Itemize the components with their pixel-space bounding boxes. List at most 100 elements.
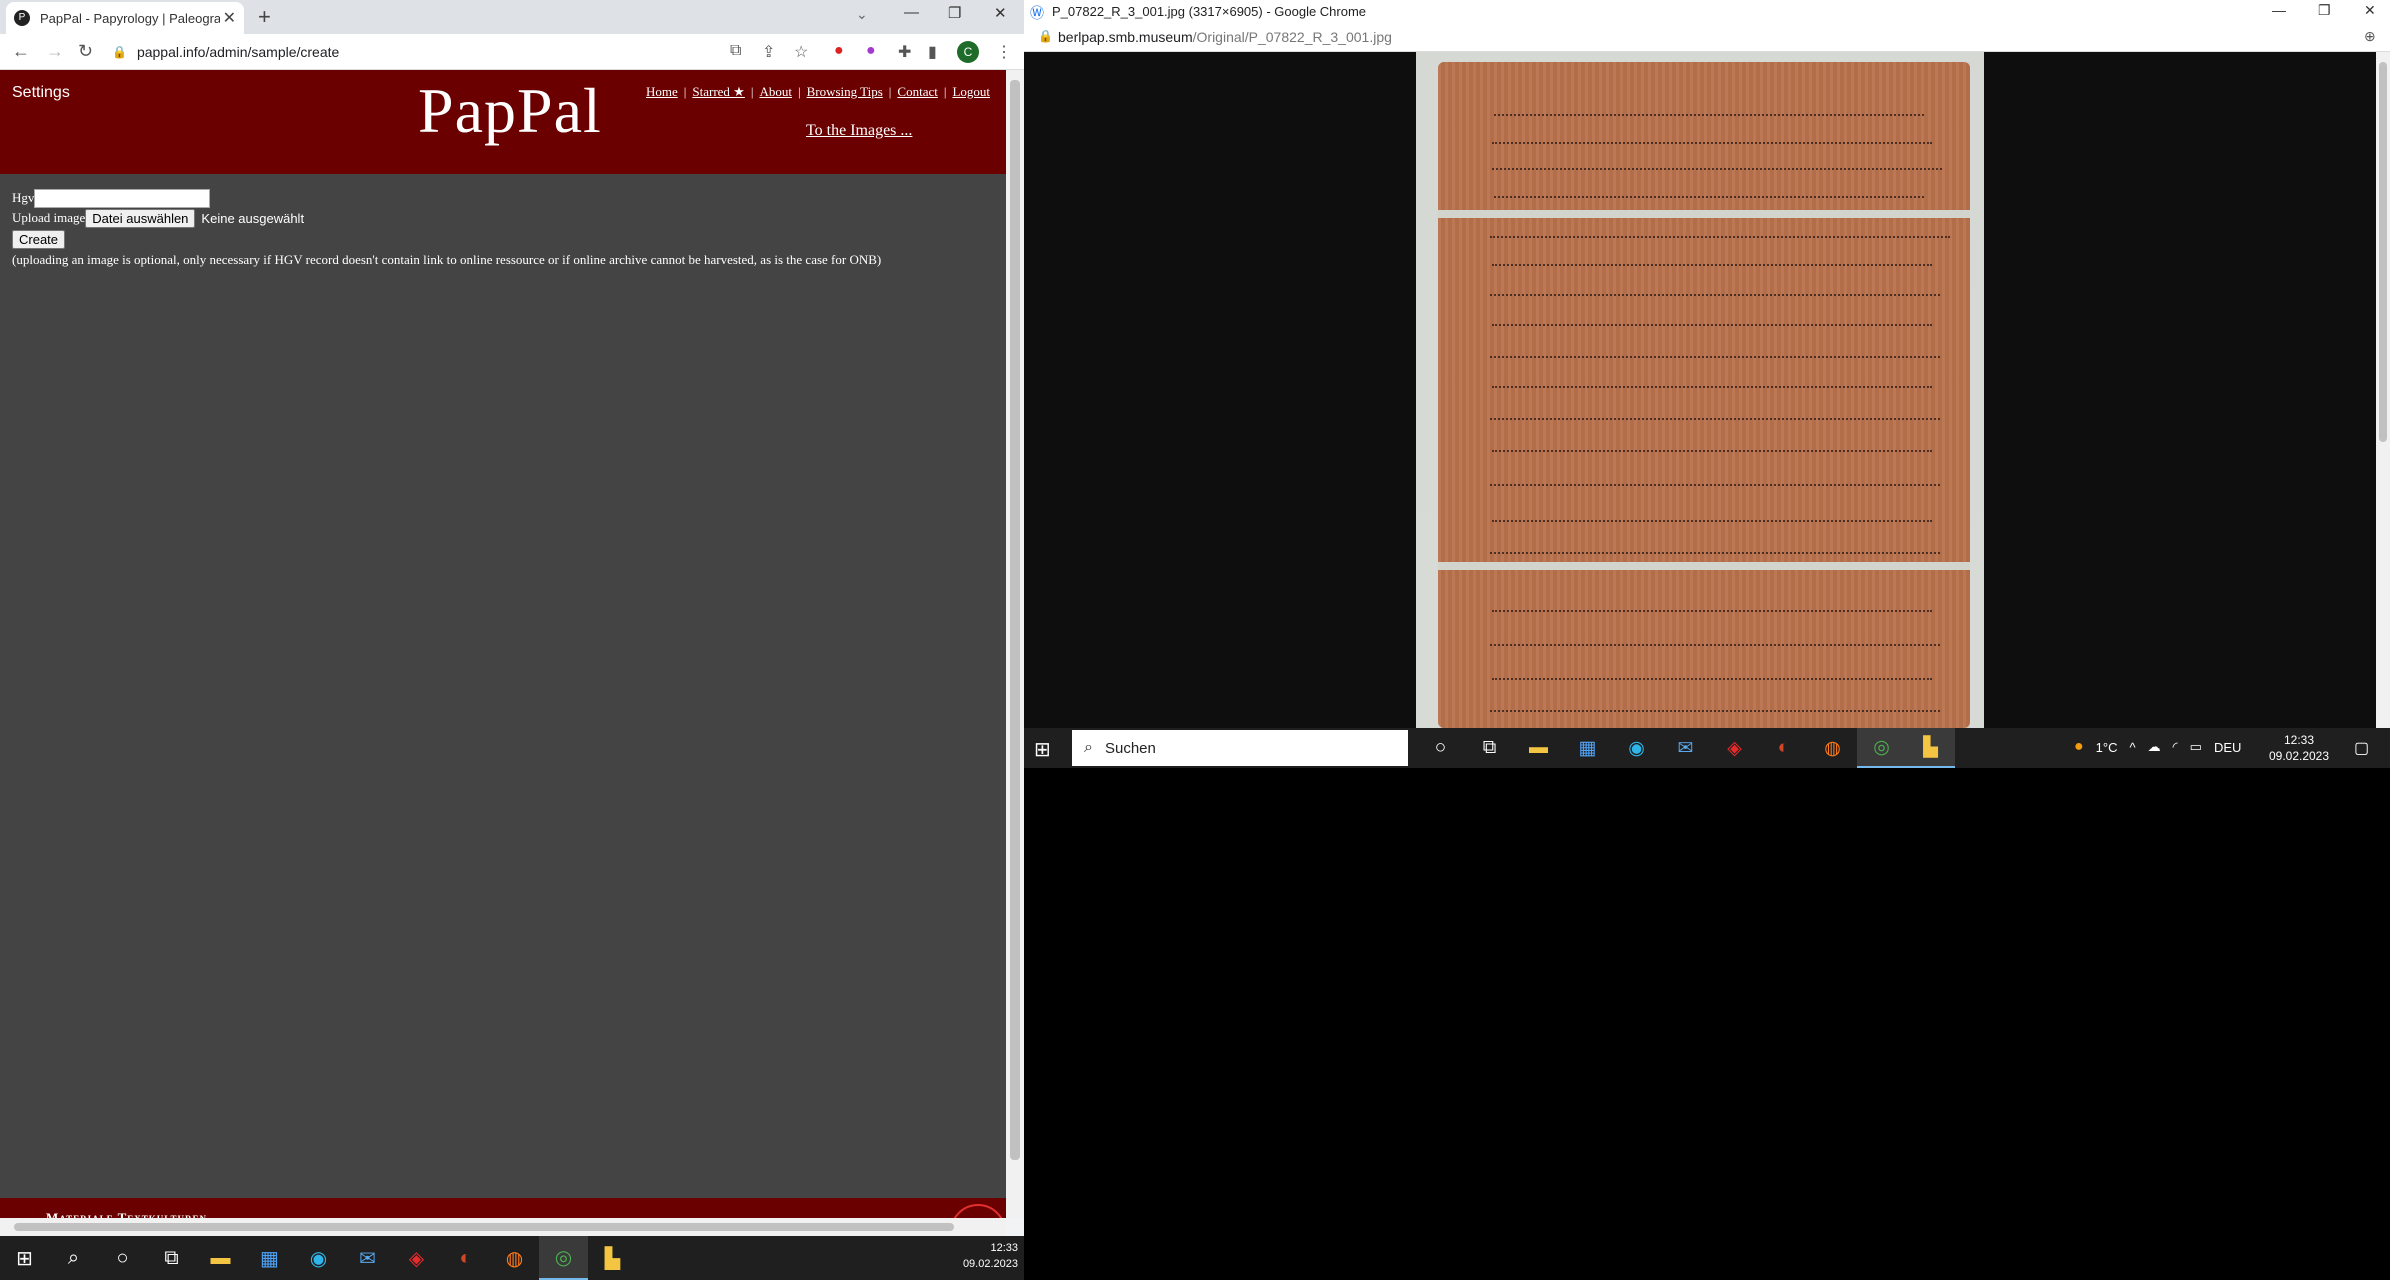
weather-temp[interactable]: 1°C	[2096, 740, 2118, 755]
extension-red-icon[interactable]: ●	[834, 42, 844, 60]
browser-toolbar: ← → ↻ 🔒 pappal.info/admin/sample/create …	[0, 34, 1024, 70]
right-time: 12:33	[2283, 733, 2315, 747]
nav-home[interactable]: Home	[646, 84, 678, 99]
cortana-icon[interactable]: ○	[1416, 728, 1465, 768]
language-indicator[interactable]: DEU	[2214, 740, 2241, 755]
script-line	[1492, 508, 1932, 522]
menu-kebab-icon[interactable]: ⋮	[996, 42, 1012, 62]
lock-icon: 🔒	[1038, 29, 1053, 43]
left-clock[interactable]: 12:33 09.02.2023	[962, 1240, 1018, 1272]
file-explorer-icon[interactable]: ▬	[1514, 728, 1563, 768]
upload-image-label: Upload image	[12, 210, 86, 225]
edge-icon[interactable]: ◉	[294, 1236, 343, 1280]
file-explorer-icon[interactable]: ▬	[196, 1236, 245, 1280]
zoom-icon[interactable]: ⊕	[2364, 28, 2376, 45]
chrome-icon[interactable]: ◎	[1857, 728, 1906, 768]
battery-icon[interactable]: ▭	[2190, 739, 2202, 755]
translate-icon[interactable]: ⧉	[730, 42, 741, 60]
vertical-scroll-thumb[interactable]	[1010, 80, 1020, 1160]
edge-icon[interactable]: ◉	[1612, 728, 1661, 768]
search-icon[interactable]: ⌕	[49, 1236, 98, 1280]
nav-browsing-tips[interactable]: Browsing Tips	[807, 84, 883, 99]
create-sample-form: Hgv Upload image Datei auswählen Keine a…	[12, 188, 881, 268]
acrobat-icon[interactable]: ◈	[392, 1236, 441, 1280]
windows-start-icon[interactable]: ⊞	[1034, 737, 1051, 762]
hgv-input[interactable]	[34, 188, 211, 208]
extension-purple-icon[interactable]: ●	[866, 42, 876, 60]
cortana-icon[interactable]: ○	[98, 1236, 147, 1280]
windows-start-icon[interactable]: ⊞	[0, 1236, 49, 1280]
acrobat-icon[interactable]: ◈	[1710, 728, 1759, 768]
nav-about[interactable]: About	[759, 84, 792, 99]
address-bar[interactable]: 🔒 pappal.info/admin/sample/create	[112, 39, 712, 65]
restore-icon[interactable]: ❐	[948, 4, 961, 22]
bookmark-star-icon[interactable]: ☆	[794, 42, 808, 62]
horizontal-scroll-thumb[interactable]	[14, 1223, 954, 1231]
side-panel-icon[interactable]: ▮	[928, 42, 937, 62]
reload-icon[interactable]: ↻	[78, 41, 93, 62]
restore-icon[interactable]: ❐	[2318, 2, 2331, 19]
url-text: pappal.info/admin/sample/create	[136, 44, 340, 60]
tab-pappal[interactable]: P PapPal - Papyrology | Paleography ✕	[6, 2, 244, 34]
right-taskbar: ⊞ ⌕ Suchen ○ ⧉ ▬ ▦ ◉ ✉ ◈ ◐ ◍ ◎ ▙ ● 1°C ^…	[1024, 728, 2390, 768]
minimize-icon[interactable]: —	[904, 4, 919, 21]
close-window-icon[interactable]: ✕	[2364, 2, 2376, 19]
pappal-logo[interactable]: PapPal	[418, 74, 602, 148]
extensions-puzzle-icon[interactable]: ✚	[898, 42, 911, 62]
weather-icon[interactable]: ●	[2074, 738, 2084, 756]
minimize-icon[interactable]: —	[2272, 2, 2286, 18]
nav-logout[interactable]: Logout	[952, 84, 990, 99]
script-line	[1490, 282, 1940, 296]
back-icon[interactable]: ←	[12, 41, 30, 62]
task-view-icon[interactable]: ⧉	[147, 1236, 196, 1280]
script-line	[1494, 184, 1924, 198]
close-window-icon[interactable]: ✕	[994, 4, 1007, 22]
nav-starred[interactable]: Starred ★	[692, 84, 744, 99]
mail-icon[interactable]: ✉	[1661, 728, 1710, 768]
right-vertical-scrollbar[interactable]	[2376, 52, 2390, 728]
onedrive-icon[interactable]: ☁	[2148, 739, 2161, 755]
create-button[interactable]: Create	[12, 229, 66, 249]
new-tab-icon[interactable]: +	[258, 4, 271, 30]
settings-link[interactable]: Settings	[12, 84, 70, 102]
close-icon[interactable]: ✕	[223, 8, 236, 28]
papyrus-image[interactable]	[1416, 52, 1984, 728]
right-clock[interactable]: 12:33 09.02.2023	[2264, 732, 2334, 764]
sticky-app-icon[interactable]: ▙	[588, 1236, 637, 1280]
url-path: /Original/P_07822_R_3_001.jpg	[1192, 29, 1392, 45]
powerpoint-icon[interactable]: ◐	[1759, 728, 1808, 768]
right-date: 09.02.2023	[2268, 749, 2330, 763]
right-address-bar[interactable]: 🔒 berlpap.smb.museum/Original/P_07822_R_…	[1024, 22, 2390, 52]
firefox-icon[interactable]: ◍	[490, 1236, 539, 1280]
sticky-app-icon[interactable]: ▙	[1906, 728, 1955, 768]
chevron-down-icon[interactable]: ⌄	[856, 6, 868, 23]
network-icon[interactable]: ◜	[2173, 739, 2178, 755]
script-line	[1492, 598, 1932, 612]
notification-icon[interactable]: ▢	[2354, 738, 2369, 758]
task-view-icon[interactable]: ⧉	[1465, 728, 1514, 768]
horizontal-scrollbar[interactable]	[0, 1218, 1006, 1236]
top-navigation: Home | Starred ★ | About | Browsing Tips | Conta…	[646, 84, 991, 99]
image-viewport[interactable]	[1024, 52, 2376, 728]
tab-strip: P PapPal - Papyrology | Paleography ✕ + …	[0, 0, 1024, 34]
mail-icon[interactable]: ✉	[343, 1236, 392, 1280]
right-scroll-thumb[interactable]	[2379, 62, 2387, 442]
to-images-link[interactable]: To the Images ...	[806, 122, 912, 140]
choose-file-button[interactable]: Datei auswählen	[85, 208, 196, 228]
profile-avatar[interactable]: C	[957, 41, 979, 63]
taskbar-search-box[interactable]: ⌕ Suchen	[1072, 730, 1408, 766]
right-browser-window: Ⓦ P_07822_R_3_001.jpg (3317×6905) - Goog…	[1024, 0, 2390, 768]
chrome-icon[interactable]: ◎	[539, 1236, 588, 1280]
store-icon[interactable]: ▦	[245, 1236, 294, 1280]
smb-favicon-icon: Ⓦ	[1030, 5, 1044, 21]
store-icon[interactable]: ▦	[1563, 728, 1612, 768]
nav-contact[interactable]: Contact	[897, 84, 937, 99]
firefox-icon[interactable]: ◍	[1808, 728, 1857, 768]
tray-chevron-icon[interactable]: ^	[2130, 740, 2136, 755]
script-line	[1490, 406, 1940, 420]
forward-icon[interactable]: →	[46, 41, 64, 62]
share-icon[interactable]: ⇪	[762, 42, 775, 62]
powerpoint-icon[interactable]: ◐	[441, 1236, 490, 1280]
vertical-scrollbar[interactable]	[1006, 70, 1024, 1218]
upload-note: (uploading an image is optional, only ne…	[12, 252, 882, 267]
